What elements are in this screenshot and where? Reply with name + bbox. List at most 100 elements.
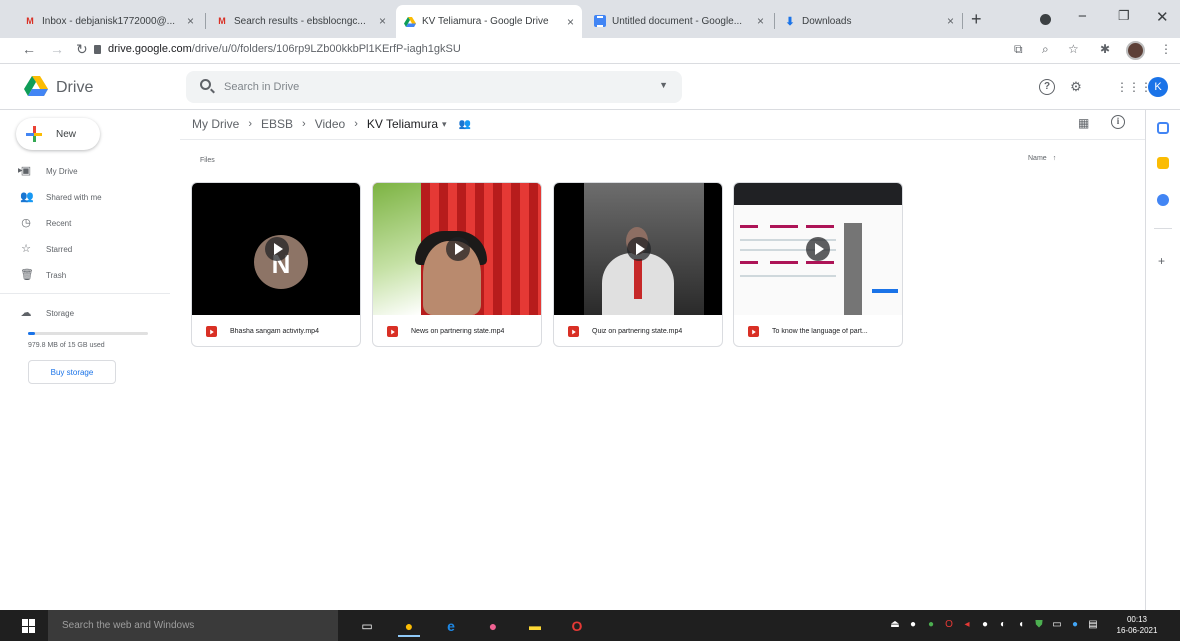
settings-gear-icon[interactable]: ⚙ — [1068, 79, 1084, 95]
breadcrumb: My Drive › EBSB › Video › KV Teliamura ▾… — [192, 116, 471, 132]
file-card[interactable]: N Bhasha sangam activity.mp4 — [191, 182, 361, 347]
file-explorer-taskbar-icon[interactable]: ▬ — [524, 615, 546, 637]
close-tab-icon[interactable]: × — [187, 14, 194, 28]
tray-opera-icon[interactable]: O — [944, 619, 954, 631]
opera-taskbar-icon[interactable]: O — [566, 615, 588, 637]
files-section-label: Files — [200, 157, 215, 164]
sort-arrow-up-icon[interactable]: ↑ — [1053, 155, 1057, 162]
tray-notification-icon[interactable]: ▤ — [1088, 619, 1098, 631]
star-icon: ☆ — [21, 243, 31, 255]
close-window-icon[interactable]: ✕ — [1156, 8, 1169, 26]
breadcrumb-item[interactable]: Video — [315, 117, 345, 131]
search-icon[interactable] — [200, 79, 211, 90]
browser-tab-drive[interactable]: KV Teliamura - Google Drive × — [396, 5, 582, 38]
chrome-avatar[interactable] — [1126, 41, 1145, 60]
help-icon[interactable]: ? — [1039, 79, 1055, 95]
tray-app-icon[interactable]: ● — [1070, 619, 1080, 631]
search-input[interactable] — [224, 78, 624, 96]
keep-icon[interactable] — [1157, 157, 1169, 169]
video-thumbnail — [373, 183, 541, 315]
breadcrumb-item[interactable]: My Drive — [192, 117, 239, 131]
breadcrumb-item[interactable]: EBSB — [261, 117, 293, 131]
video-file-icon — [206, 326, 217, 337]
sidebar-item-label: My Drive — [46, 166, 78, 176]
drive-logo-icon[interactable] — [24, 76, 48, 96]
tray-app-icon[interactable]: ● — [908, 619, 918, 631]
reload-icon[interactable]: ↻ — [76, 41, 88, 58]
video-frame-button — [872, 289, 898, 293]
calendar-icon[interactable] — [1157, 122, 1169, 134]
minimize-icon[interactable]: − — [1078, 8, 1087, 25]
restore-icon[interactable]: ❐ — [1118, 8, 1130, 24]
tray-volume-icon[interactable]: ◖ — [1016, 619, 1026, 631]
main-divider — [180, 139, 1145, 140]
tray-app-icon[interactable]: ◂ — [962, 619, 972, 631]
taskbar-clock[interactable]: 00:13 16-06-2021 — [1114, 614, 1160, 636]
close-tab-icon[interactable]: × — [947, 14, 954, 28]
tray-app-icon[interactable]: ● — [980, 619, 990, 631]
breadcrumb-current-folder[interactable]: KV Teliamura — [367, 117, 438, 131]
edge-taskbar-icon[interactable]: e — [440, 615, 462, 637]
sidebar-item-storage[interactable]: ☁ Storage — [20, 304, 75, 322]
tray-network-icon[interactable]: ◐ — [998, 619, 1008, 631]
new-tab-icon[interactable]: + — [971, 9, 982, 30]
zoom-icon[interactable]: ⌕ — [1042, 42, 1049, 57]
file-card[interactable]: To know the language of part... — [733, 182, 903, 347]
folder-dropdown-icon[interactable]: ▾ — [442, 119, 447, 130]
url-field[interactable]: drive.google.com/drive/u/0/folders/106rp… — [108, 43, 461, 55]
tray-display-icon[interactable]: ▭ — [1052, 619, 1062, 631]
tray-usb-icon[interactable]: ⏏ — [890, 619, 900, 631]
tasks-icon[interactable] — [1157, 194, 1169, 206]
play-icon[interactable] — [806, 237, 830, 261]
forward-arrow-icon[interactable]: → — [50, 41, 64, 57]
sort-by-name[interactable]: Name ↑ — [1028, 155, 1056, 162]
buy-storage-button[interactable]: Buy storage — [28, 360, 116, 384]
browser-tab-downloads[interactable]: ⬇ Downloads × — [776, 7, 962, 35]
sidebar-item-shared[interactable]: 👥 Shared with me — [20, 188, 102, 206]
new-button[interactable]: New — [16, 118, 100, 150]
chrome-menu-icon[interactable]: ⋮ — [1160, 42, 1172, 56]
chrome-profile-icon[interactable] — [1040, 14, 1051, 25]
storage-usage-text: 979.8 MB of 15 GB used — [28, 342, 105, 349]
grid-view-icon[interactable]: ▦ — [1078, 116, 1089, 130]
file-card[interactable]: News on partnering state.mp4 — [372, 182, 542, 347]
windows-start-icon[interactable] — [22, 619, 36, 633]
sidebar-item-my-drive[interactable]: ▣ My Drive — [20, 162, 78, 180]
taskbar-search[interactable]: Search the web and Windows — [48, 610, 338, 641]
close-tab-icon[interactable]: × — [567, 15, 574, 29]
get-addons-plus-icon[interactable]: + — [1158, 254, 1165, 268]
sidebar-item-trash[interactable]: 🗑 Trash — [20, 266, 66, 284]
tray-shield-icon[interactable]: ⛊ — [1034, 619, 1044, 631]
browser-tab-search-results[interactable]: M Search results - ebsblocngc... × — [208, 7, 394, 35]
install-app-icon[interactable]: ⧉ — [1014, 42, 1023, 57]
tab-title: KV Teliamura - Google Drive — [422, 16, 549, 27]
side-panel-divider — [1154, 228, 1172, 229]
chrome-taskbar-icon[interactable]: ● — [398, 615, 420, 637]
sidebar-item-recent[interactable]: ◷ Recent — [20, 214, 71, 232]
tray-app-icon[interactable]: ● — [926, 619, 936, 631]
close-tab-icon[interactable]: × — [757, 14, 764, 28]
search-options-icon[interactable]: ▼ — [659, 80, 668, 90]
bookmark-star-icon[interactable]: ☆ — [1068, 42, 1079, 56]
account-avatar[interactable]: K — [1148, 77, 1168, 97]
clock-time: 00:13 — [1126, 615, 1148, 624]
gmail-icon: M — [26, 16, 34, 26]
play-icon[interactable] — [627, 237, 651, 261]
browser-tab-docs[interactable]: Untitled document - Google... × — [586, 7, 772, 35]
docs-icon — [594, 15, 606, 27]
info-icon[interactable]: i — [1111, 115, 1125, 129]
drive-app-name[interactable]: Drive — [56, 79, 93, 97]
video-frame-row — [806, 261, 834, 264]
back-arrow-icon[interactable]: ← — [22, 41, 36, 57]
google-apps-icon[interactable]: ⋮⋮⋮ — [1116, 79, 1152, 95]
task-view-icon[interactable]: ▭ — [356, 615, 378, 637]
sidebar-item-starred[interactable]: ☆ Starred — [20, 240, 72, 258]
paint-taskbar-icon[interactable]: ● — [482, 615, 504, 637]
search-bar[interactable]: ▼ — [186, 71, 682, 103]
play-icon[interactable] — [446, 237, 470, 261]
extensions-puzzle-icon[interactable]: ✱ — [1100, 42, 1110, 56]
close-tab-icon[interactable]: × — [379, 14, 386, 28]
browser-tab-inbox[interactable]: M Inbox - debjanisk1772000@... × — [16, 7, 202, 35]
play-icon[interactable] — [265, 237, 289, 261]
file-card[interactable]: Quiz on partnering state.mp4 — [553, 182, 723, 347]
